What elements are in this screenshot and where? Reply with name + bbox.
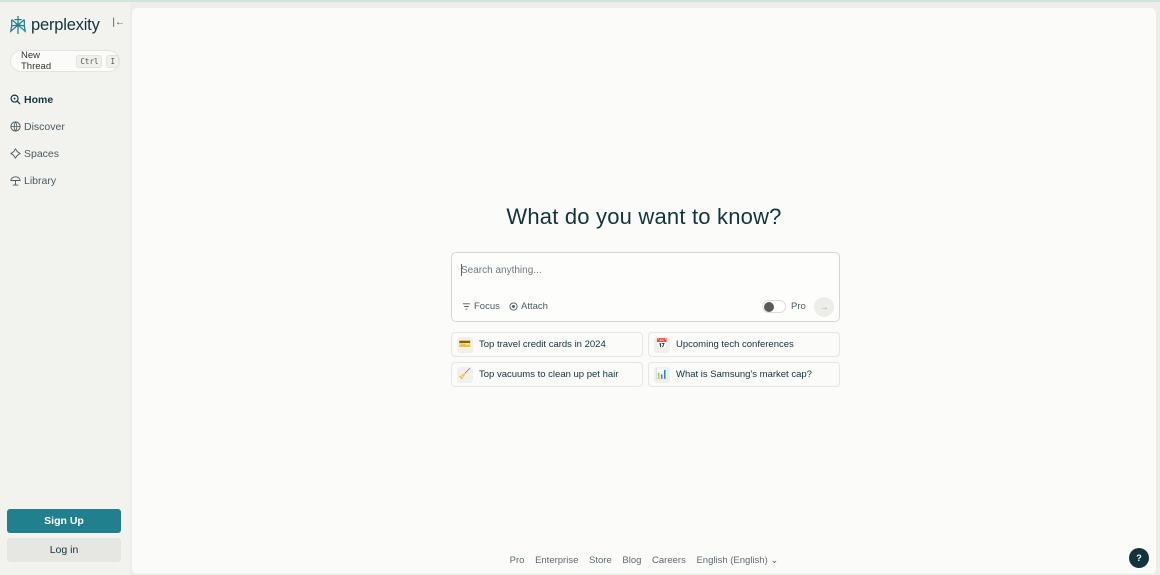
- suggestion-item[interactable]: 🧹 Top vacuums to clean up pet hair: [451, 362, 643, 387]
- focus-label: Focus: [474, 301, 500, 312]
- suggestion-item[interactable]: 💳 Top travel credit cards in 2024: [451, 332, 643, 357]
- suggestion-item[interactable]: 📊 What is Samsung's market cap?: [648, 362, 840, 387]
- new-thread-label: New Thread: [21, 50, 52, 72]
- sidebar-item-library[interactable]: Library: [10, 167, 65, 194]
- page-title: What do you want to know?: [506, 204, 782, 229]
- pro-toggle[interactable]: [762, 300, 786, 313]
- search-box: Focus Attach Pro →: [451, 252, 840, 322]
- credit-card-icon: 💳: [457, 336, 473, 353]
- calendar-icon: 📅: [654, 336, 670, 353]
- suggestion-label: Top vacuums to clean up pet hair: [479, 369, 619, 380]
- chart-icon: 📊: [654, 366, 670, 383]
- broom-icon: 🧹: [457, 366, 473, 383]
- perplexity-logo-icon: [9, 16, 27, 34]
- footer-link-enterprise[interactable]: Enterprise: [535, 555, 578, 566]
- arrow-right-icon: →: [819, 301, 829, 313]
- attach-icon: [509, 302, 518, 311]
- footer-link-blog[interactable]: Blog: [622, 555, 641, 566]
- sidebar-item-label: Home: [24, 93, 54, 106]
- footer-link-careers[interactable]: Careers: [652, 555, 686, 566]
- footer-link-pro[interactable]: Pro: [510, 555, 525, 566]
- collapse-left-icon[interactable]: |←: [112, 17, 125, 28]
- sidebar-item-home[interactable]: Home: [10, 86, 65, 113]
- focus-button[interactable]: Focus: [462, 301, 500, 312]
- sidebar-item-label: Spaces: [24, 147, 60, 160]
- library-icon: [10, 176, 21, 186]
- new-thread-button[interactable]: New Thread Ctrl I: [10, 50, 120, 72]
- suggestion-label: Upcoming tech conferences: [676, 339, 794, 350]
- sidebar-nav: Home Discover Spaces Library: [10, 86, 65, 194]
- language-select[interactable]: English (English) ⌄: [696, 555, 778, 566]
- footer-link-store[interactable]: Store: [589, 555, 612, 566]
- log-in-button[interactable]: Log in: [7, 538, 121, 562]
- main-content: What do you want to know? Focus Attach P…: [131, 7, 1157, 575]
- suggestion-label: What is Samsung's market cap?: [676, 369, 812, 380]
- shortcut-key-i: I: [106, 54, 119, 68]
- shortcut-key-ctrl: Ctrl: [76, 54, 103, 68]
- sidebar: perplexity |← New Thread Ctrl I Home Dis…: [0, 2, 130, 575]
- suggestions: 💳 Top travel credit cards in 2024 📅 Upco…: [451, 332, 840, 387]
- submit-button[interactable]: →: [814, 297, 834, 317]
- sign-up-button[interactable]: Sign Up: [7, 509, 121, 533]
- suggestion-label: Top travel credit cards in 2024: [479, 339, 606, 350]
- attach-label: Attach: [521, 301, 548, 312]
- logo-text: perplexity: [31, 15, 100, 34]
- logo[interactable]: perplexity |←: [9, 13, 127, 37]
- filter-icon: [462, 303, 471, 310]
- pro-label: Pro: [791, 301, 806, 312]
- sidebar-item-spaces[interactable]: Spaces: [10, 140, 65, 167]
- search-input[interactable]: [461, 262, 821, 278]
- attach-button[interactable]: Attach: [509, 301, 548, 312]
- footer-links: Pro Enterprise Store Blog Careers Englis…: [132, 555, 1156, 566]
- sidebar-item-label: Discover: [24, 120, 65, 133]
- sidebar-item-label: Library: [24, 174, 57, 187]
- sidebar-item-discover[interactable]: Discover: [10, 113, 65, 140]
- help-button[interactable]: ?: [1129, 548, 1149, 568]
- spaces-icon: [10, 148, 21, 159]
- search-icon: [10, 94, 21, 105]
- toggle-knob: [764, 302, 774, 312]
- suggestion-item[interactable]: 📅 Upcoming tech conferences: [648, 332, 840, 357]
- globe-icon: [10, 121, 21, 132]
